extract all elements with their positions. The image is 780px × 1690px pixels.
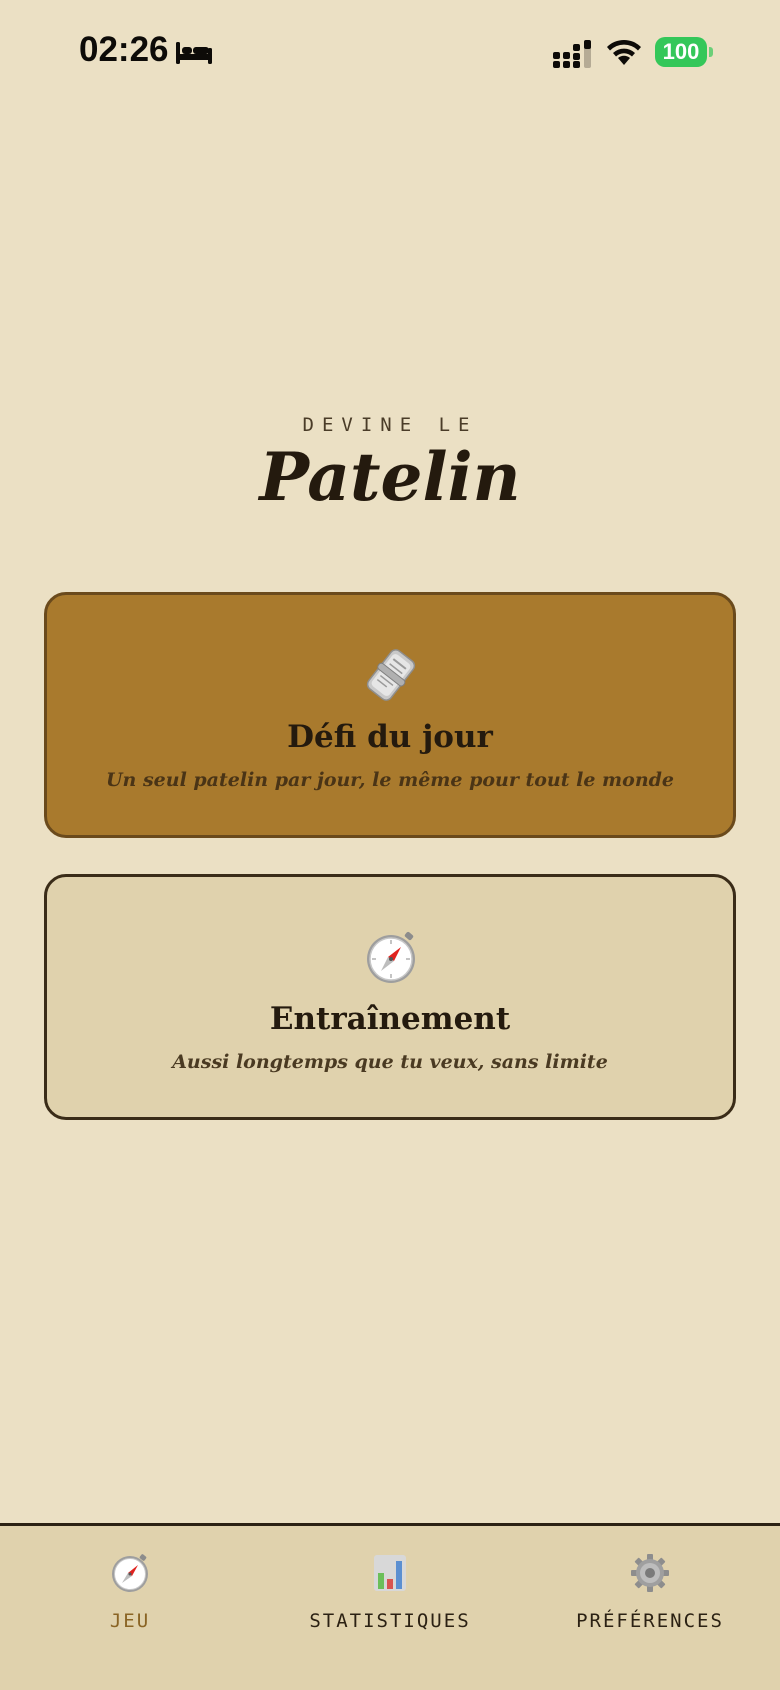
wifi-icon xyxy=(607,39,641,65)
daily-challenge-title: Défi du jour xyxy=(287,719,493,755)
tab-statistics[interactable]: STATISTIQUES xyxy=(260,1526,520,1646)
tab-game-label: JEU xyxy=(109,1610,151,1632)
training-card[interactable]: Entraînement Aussi longtemps que tu veux… xyxy=(44,874,736,1120)
status-bar: 02:26 100 xyxy=(0,0,780,110)
bed-icon xyxy=(176,42,212,64)
tab-statistics-label: STATISTIQUES xyxy=(309,1610,471,1632)
compass-icon xyxy=(367,931,415,983)
tab-preferences-label: PRÉFÉRENCES xyxy=(576,1610,724,1632)
title-kicker: DEVINE LE xyxy=(302,414,478,436)
app-title: Patelin xyxy=(259,438,521,516)
daily-challenge-card[interactable]: Défi du jour Un seul patelin par jour, l… xyxy=(44,592,736,838)
compass-icon xyxy=(112,1554,148,1592)
signal-icon xyxy=(553,40,591,68)
training-subtitle: Aussi longtemps que tu veux, sans limite xyxy=(172,1051,608,1073)
tab-game[interactable]: JEU xyxy=(0,1526,260,1646)
battery-indicator: 100 xyxy=(655,37,713,67)
tab-bar: JEU STATISTIQUES PRÉFÉRENCES xyxy=(0,1523,780,1690)
daily-challenge-subtitle: Un seul patelin par jour, le même pour t… xyxy=(105,769,675,791)
tab-preferences[interactable]: PRÉFÉRENCES xyxy=(520,1526,780,1646)
bar-chart-icon xyxy=(374,1555,406,1591)
gear-icon xyxy=(631,1554,669,1592)
battery-tip xyxy=(709,47,713,57)
newspaper-icon xyxy=(366,649,416,701)
status-time: 02:26 xyxy=(79,30,169,69)
training-title: Entraînement xyxy=(269,1001,511,1037)
battery-level: 100 xyxy=(655,37,707,67)
